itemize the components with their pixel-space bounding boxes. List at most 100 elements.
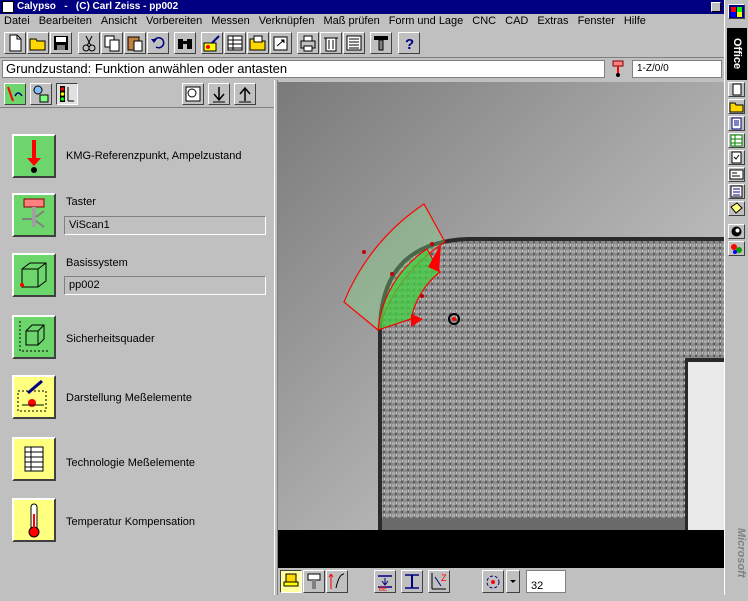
office-open-button[interactable] (728, 99, 745, 114)
office-word-button[interactable] (728, 116, 745, 131)
measure-button[interactable] (370, 32, 392, 54)
light-top-button[interactable] (280, 570, 302, 593)
coordinate-field[interactable]: 1-Z/0/0 (632, 60, 722, 78)
menu-bar: Datei Bearbeiten Ansicht Vorbereiten Mes… (0, 14, 724, 29)
printer-icon (300, 35, 316, 52)
office-new-doc-button[interactable] (728, 82, 745, 97)
menu-ansicht[interactable]: Ansicht (101, 14, 137, 29)
folder-plan-icon (249, 35, 266, 51)
clipboard-icon (127, 36, 143, 52)
menu-cnc[interactable]: CNC (472, 14, 496, 29)
rotate-button[interactable] (482, 570, 504, 593)
calypso-app-icon[interactable] (2, 1, 14, 13)
reference-point-label: KMG-Referenzpunkt, Ampelzustand (66, 150, 242, 162)
paste-button[interactable] (124, 32, 146, 54)
base-system-label: Basissystem (66, 257, 128, 269)
arrow-up-icon (239, 86, 251, 103)
trash-icon (324, 37, 338, 52)
move-down-button[interactable] (208, 83, 230, 105)
elements-tab-icon (33, 85, 49, 103)
svg-text:Z: Z (441, 573, 447, 583)
print-button[interactable] (297, 32, 319, 54)
office-accessories-button[interactable] (728, 241, 745, 256)
wizard-button[interactable] (201, 32, 223, 54)
probe-pin-icon[interactable] (609, 60, 627, 78)
tab-elements[interactable] (30, 83, 52, 105)
tab-settings[interactable] (56, 83, 78, 105)
temperature-compensation-button[interactable] (12, 498, 56, 542)
menu-mass-pruefen[interactable]: Maß prüfen (323, 14, 379, 29)
cut-button[interactable] (78, 32, 100, 54)
office-title: Office (727, 28, 747, 80)
export-button[interactable] (270, 32, 292, 54)
rotate-dropdown[interactable] (506, 570, 520, 593)
focus-button[interactable] (326, 570, 348, 593)
value-field[interactable]: 32 (526, 570, 566, 593)
svg-text:BE: BE (379, 587, 387, 592)
camera-view[interactable] (278, 82, 724, 530)
table-button[interactable] (224, 32, 246, 54)
menu-hilfe[interactable]: Hilfe (624, 14, 646, 29)
menu-datei[interactable]: Datei (4, 14, 30, 29)
probe-button[interactable] (12, 193, 56, 237)
office-shortcut-bar: Office Microsoft (724, 0, 748, 595)
checklist-icon (731, 151, 742, 164)
menu-fenster[interactable]: Fenster (578, 14, 615, 29)
menu-extras[interactable]: Extras (537, 14, 568, 29)
camera-image (278, 82, 724, 530)
help-button[interactable]: ? (398, 32, 420, 54)
save-button[interactable] (50, 32, 72, 54)
edge-icon: BE (378, 575, 392, 593)
menu-bearbeiten[interactable]: Bearbeiten (39, 14, 92, 29)
protocol-icon (346, 35, 362, 51)
delete-button[interactable] (320, 32, 342, 54)
menu-messen[interactable]: Messen (211, 14, 250, 29)
reference-tab-icon (7, 86, 23, 102)
office-excel-button[interactable] (728, 133, 745, 148)
office-contacts-button[interactable] (728, 167, 745, 182)
move-up-button[interactable] (234, 83, 256, 105)
menu-form-und-lage[interactable]: Form und Lage (389, 14, 464, 29)
light-icon (283, 573, 299, 587)
tab-reference[interactable] (4, 83, 26, 105)
office-schedule-button[interactable] (728, 184, 745, 199)
office-answer-button[interactable] (728, 224, 745, 239)
base-system-value-field: pp002 (64, 276, 266, 295)
open-button[interactable] (27, 32, 49, 54)
menu-cad[interactable]: CAD (505, 14, 528, 29)
probe-select-button[interactable] (303, 570, 325, 593)
new-file-button[interactable] (4, 32, 26, 54)
copy-icon (104, 35, 120, 52)
probe-small-icon (307, 573, 321, 589)
undo-button[interactable] (147, 32, 169, 54)
menu-verknuepfen[interactable]: Verknüpfen (259, 14, 315, 29)
open-program-button[interactable] (247, 32, 269, 54)
new-document-icon (732, 83, 742, 96)
export-icon (273, 36, 288, 51)
zoom-view-button[interactable] (182, 83, 204, 105)
display-elements-icon (17, 379, 47, 412)
z-axis-button[interactable]: Z (428, 570, 450, 593)
edge-detection-button[interactable]: BE (374, 570, 396, 593)
office-menu-button[interactable] (728, 4, 745, 19)
traffic-light-icon (60, 86, 74, 102)
left-panel: KMG-Referenzpunkt, Ampelzustand Taster V… (0, 80, 274, 595)
left-panel-tabs (0, 80, 274, 108)
protocol-button[interactable] (343, 32, 365, 54)
office-notes-button[interactable] (728, 201, 745, 216)
safety-box-button[interactable] (12, 315, 56, 359)
table-icon (227, 35, 243, 51)
menu-vorbereiten[interactable]: Vorbereiten (146, 14, 202, 29)
word-icon (731, 117, 742, 130)
profile-button[interactable] (401, 570, 423, 593)
minimize-button[interactable] (711, 2, 721, 12)
office-tasks-button[interactable] (728, 150, 745, 165)
base-system-button[interactable] (12, 253, 56, 297)
thermometer-icon (28, 503, 40, 538)
display-elements-button[interactable] (12, 375, 56, 419)
status-message: Grundzustand: Funktion anwählen oder ant… (2, 60, 605, 78)
technology-elements-button[interactable] (12, 437, 56, 481)
find-button[interactable] (174, 32, 196, 54)
reference-point-button[interactable] (12, 134, 56, 178)
copy-button[interactable] (101, 32, 123, 54)
